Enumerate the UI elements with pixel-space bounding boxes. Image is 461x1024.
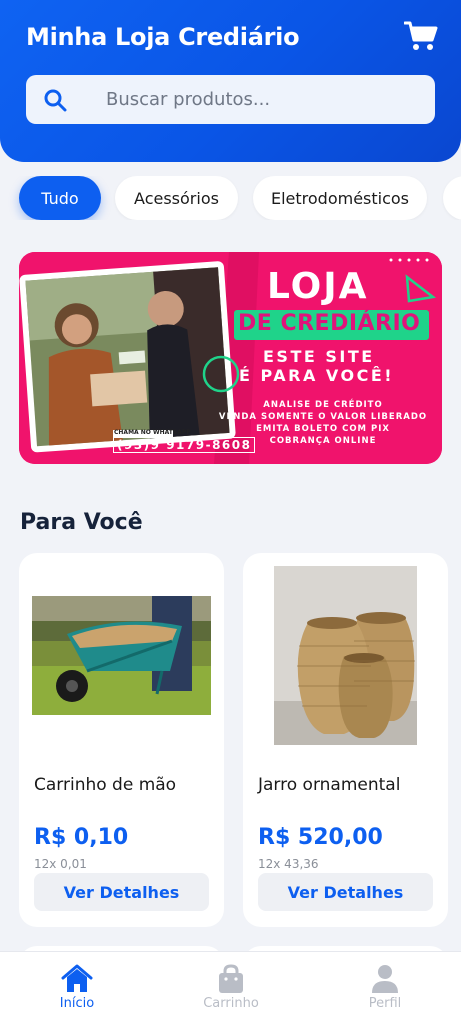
app-title: Minha Loja Crediário xyxy=(26,23,300,51)
cart-icon[interactable] xyxy=(403,20,438,52)
product-price: R$ 520,00 xyxy=(258,825,383,850)
product-installments: 12x 43,36 xyxy=(258,857,319,871)
product-name: Jarro ornamental xyxy=(258,775,401,795)
product-installments: 12x 0,01 xyxy=(34,857,87,871)
nav-item-home[interactable]: Início xyxy=(0,952,154,1024)
bag-icon xyxy=(215,964,247,994)
category-chips: Tudo Acessórios Eletrodomésticos xyxy=(0,176,461,220)
category-chip-more[interactable] xyxy=(443,176,461,220)
home-icon xyxy=(61,964,93,994)
category-chip-tudo[interactable]: Tudo xyxy=(19,176,101,220)
banner-info-line: ANALISE DE CRÉDITO xyxy=(263,400,383,410)
banner-phone: (93)9 9179-8608 xyxy=(113,437,256,453)
search-input[interactable] xyxy=(106,75,426,124)
promo-banner[interactable]: LOJA DE CREDIÁRIO ESTE SITE É PARA VOCÊ!… xyxy=(19,252,442,464)
search-bar[interactable] xyxy=(26,75,435,124)
banner-info-line: VENDA SOMENTE O VALOR LIBERADO xyxy=(218,412,428,422)
section-title: Para Você xyxy=(20,510,143,535)
wicker-vases-image xyxy=(274,566,417,745)
category-chip-acessorios[interactable]: Acessórios xyxy=(115,176,238,220)
banner-title-line2: DE CREDIÁRIO xyxy=(238,311,421,336)
search-icon xyxy=(43,88,67,112)
nav-item-profile[interactable]: Perfil xyxy=(308,952,461,1024)
nav-label-profile: Perfil xyxy=(368,996,402,1011)
view-details-button[interactable]: Ver Detalhes xyxy=(258,873,433,911)
bottom-nav: Início Carrinho Perfil xyxy=(0,951,461,1024)
product-price: R$ 0,10 xyxy=(34,825,129,850)
user-icon xyxy=(369,964,401,994)
banner-subtitle-line1: ESTE SITE xyxy=(263,347,375,366)
nav-item-cart[interactable]: Carrinho xyxy=(154,952,308,1024)
banner-info-line: EMITA BOLETO COM PIX xyxy=(256,424,390,434)
banner-title-line1: LOJA xyxy=(267,266,369,307)
product-card[interactable]: Jarro ornamental R$ 520,00 12x 43,36 Ver… xyxy=(243,553,448,927)
banner-subtitle-line2: É PARA VOCÊ! xyxy=(239,366,395,385)
nav-label-cart: Carrinho xyxy=(203,996,259,1011)
banner-whatsapp-label: CHAMA NO WHATSAPP xyxy=(114,429,191,436)
view-details-button[interactable]: Ver Detalhes xyxy=(34,873,209,911)
product-card[interactable]: Carrinho de mão R$ 0,10 12x 0,01 Ver Det… xyxy=(19,553,224,927)
category-chip-eletrodomesticos[interactable]: Eletrodomésticos xyxy=(253,176,427,220)
nav-label-home: Início xyxy=(59,996,95,1011)
app-header: Minha Loja Crediário xyxy=(0,0,461,162)
product-name: Carrinho de mão xyxy=(34,775,177,795)
wheelbarrow-image xyxy=(32,596,211,715)
